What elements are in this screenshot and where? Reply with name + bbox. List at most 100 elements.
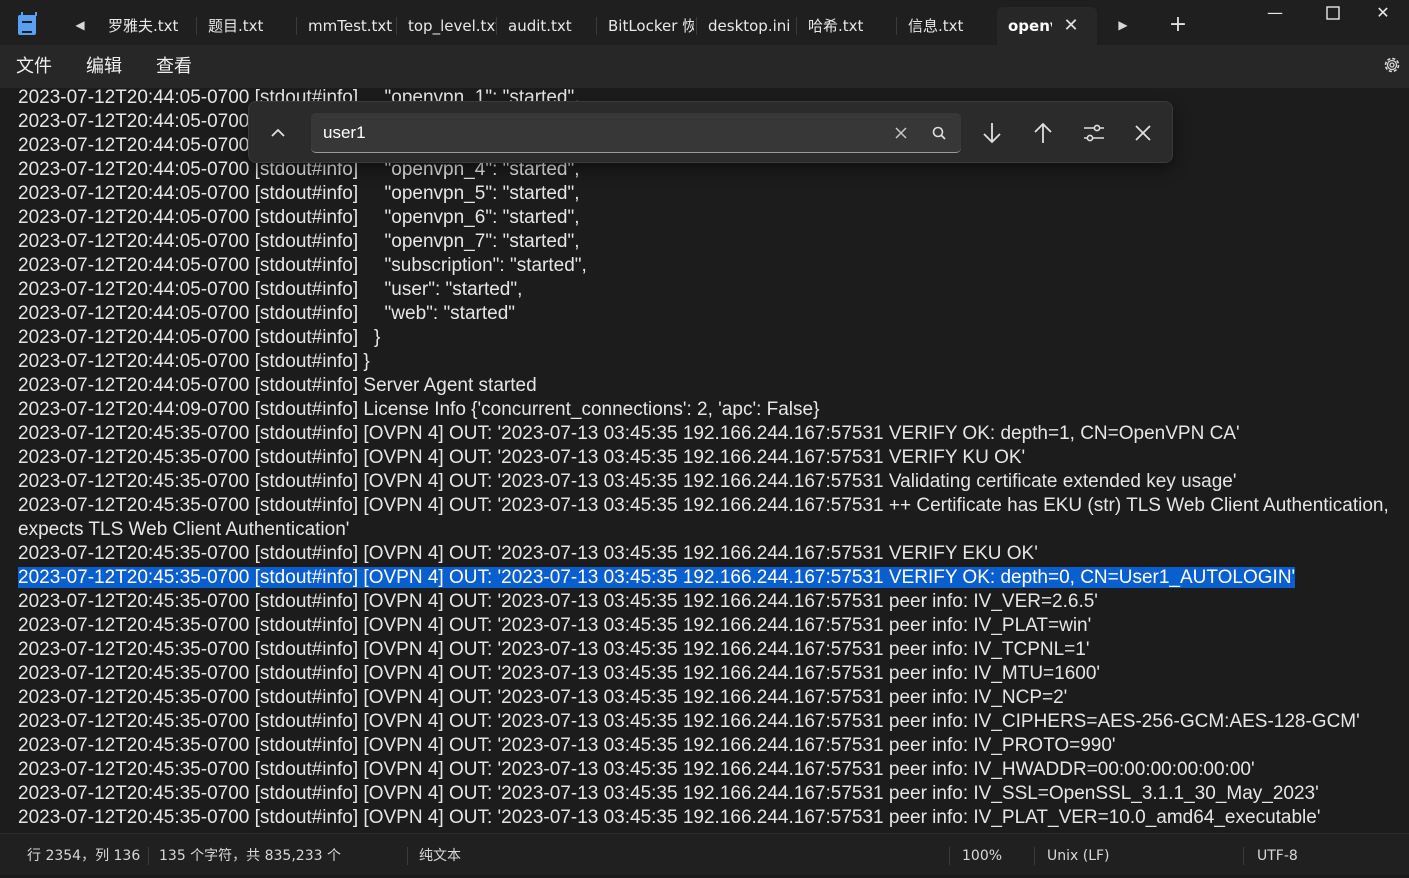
tab-label: 信息.txt bbox=[908, 17, 964, 35]
text-line[interactable]: 2023-07-12T20:45:35-0700 [stdout#info] [… bbox=[18, 494, 1398, 518]
tab-label: desktop.ini bbox=[708, 17, 791, 35]
find-next-arrow-down-icon[interactable] bbox=[976, 117, 1008, 149]
notepad-app-icon bbox=[18, 12, 37, 35]
line-text: 2023-07-12T20:45:35-0700 [stdout#info] [… bbox=[18, 639, 1090, 660]
line-text: 2023-07-12T20:45:35-0700 [stdout#info] [… bbox=[18, 471, 1237, 492]
menu-file[interactable]: 文件 bbox=[16, 45, 52, 88]
encoding[interactable]: UTF-8 bbox=[1257, 834, 1298, 876]
editor-lines[interactable]: 2023-07-12T20:44:05-0700 [stdout#info] "… bbox=[18, 88, 1398, 830]
line-ending[interactable]: Unix (LF) bbox=[1047, 834, 1110, 876]
search-icon[interactable] bbox=[927, 120, 951, 146]
text-line[interactable]: 2023-07-12T20:45:35-0700 [stdout#info] [… bbox=[18, 614, 1398, 638]
text-line[interactable]: 2023-07-12T20:45:35-0700 [stdout#info] [… bbox=[18, 758, 1398, 782]
find-input[interactable] bbox=[311, 113, 961, 153]
text-line[interactable]: 2023-07-12T20:44:05-0700 [stdout#info] "… bbox=[18, 182, 1398, 206]
line-text: 2023-07-12T20:44:05-0700 [stdout#info] S… bbox=[18, 375, 537, 396]
text-line[interactable]: expects TLS Web Client Authentication' bbox=[18, 518, 1398, 542]
text-editor[interactable]: 2023-07-12T20:44:05-0700 [stdout#info] "… bbox=[0, 88, 1409, 833]
text-line[interactable]: 2023-07-12T20:45:35-0700 [stdout#info] [… bbox=[18, 470, 1398, 494]
find-close-icon[interactable] bbox=[1127, 117, 1159, 149]
minimize-icon[interactable]: — bbox=[1252, 0, 1298, 28]
tab-label: top_level.txt bbox=[408, 17, 497, 35]
text-line[interactable]: 2023-07-12T20:44:05-0700 [stdout#info] "… bbox=[18, 230, 1398, 254]
find-previous-arrow-up-icon[interactable] bbox=[1027, 117, 1059, 149]
tab-4[interactable]: audit.txt bbox=[497, 7, 597, 45]
text-line[interactable]: 2023-07-12T20:45:35-0700 [stdout#info] [… bbox=[18, 542, 1398, 566]
cursor-position[interactable]: 行 2354，列 136 bbox=[27, 834, 140, 876]
tab-5[interactable]: BitLocker 恢复 bbox=[597, 7, 697, 45]
text-line[interactable]: 2023-07-12T20:45:35-0700 [stdout#info] [… bbox=[18, 638, 1398, 662]
text-line[interactable]: 2023-07-12T20:44:05-0700 [stdout#info] "… bbox=[18, 206, 1398, 230]
text-line[interactable]: 2023-07-12T20:45:35-0700 [stdout#info] [… bbox=[18, 422, 1398, 446]
tab-8[interactable]: 信息.txt bbox=[897, 7, 997, 45]
find-options-sliders-icon[interactable] bbox=[1078, 117, 1110, 149]
text-line[interactable]: 2023-07-12T20:45:35-0700 [stdout#info] [… bbox=[18, 806, 1398, 830]
text-line[interactable]: 2023-07-12T20:44:05-0700 [stdout#info] S… bbox=[18, 374, 1398, 398]
text-line[interactable]: 2023-07-12T20:45:35-0700 [stdout#info] [… bbox=[18, 446, 1398, 470]
menu-view[interactable]: 查看 bbox=[156, 45, 192, 88]
tab-1[interactable]: 题目.txt bbox=[197, 7, 297, 45]
text-line[interactable]: 2023-07-12T20:45:35-0700 [stdout#info] [… bbox=[18, 710, 1398, 734]
status-divider bbox=[1034, 847, 1035, 865]
tab-close-icon[interactable]: ✕ bbox=[1057, 7, 1085, 45]
selected-text-line[interactable]: 2023-07-12T20:45:35-0700 [stdout#info] [… bbox=[18, 566, 1398, 590]
line-text: 2023-07-12T20:45:35-0700 [stdout#info] [… bbox=[18, 735, 1116, 756]
text-line[interactable]: 2023-07-12T20:44:09-0700 [stdout#info] L… bbox=[18, 398, 1398, 422]
line-text: 2023-07-12T20:44:05-0700 [stdout#info] } bbox=[18, 351, 370, 372]
line-text: 2023-07-12T20:45:35-0700 [stdout#info] [… bbox=[18, 567, 1296, 588]
line-text: 2023-07-12T20:45:35-0700 [stdout#info] [… bbox=[18, 543, 1038, 564]
line-text: 2023-07-12T20:44:05-0700 [stdout#info] "… bbox=[18, 303, 516, 324]
text-line[interactable]: 2023-07-12T20:45:35-0700 [stdout#info] [… bbox=[18, 662, 1398, 686]
line-text: 2023-07-12T20:45:35-0700 [stdout#info] [… bbox=[18, 663, 1101, 684]
line-text: 2023-07-12T20:44:09-0700 [stdout#info] L… bbox=[18, 399, 820, 420]
text-line[interactable]: 2023-07-12T20:44:05-0700 [stdout#info] "… bbox=[18, 302, 1398, 326]
chevron-up-icon[interactable] bbox=[263, 118, 293, 148]
maximize-icon[interactable] bbox=[1310, 0, 1356, 28]
new-tab-plus-icon[interactable]: + bbox=[1163, 10, 1193, 40]
menu-edit[interactable]: 编辑 bbox=[86, 45, 122, 88]
tab-label: 哈希.txt bbox=[808, 17, 864, 35]
line-text: 2023-07-12T20:44:05-0700 [stdout#info] } bbox=[18, 327, 381, 348]
zoom-level[interactable]: 100% bbox=[962, 834, 1002, 876]
line-text: 2023-07-12T20:45:35-0700 [stdout#info] [… bbox=[18, 423, 1240, 444]
text-line[interactable]: 2023-07-12T20:45:35-0700 [stdout#info] [… bbox=[18, 782, 1398, 806]
line-text: 2023-07-12T20:44:05-0700 [stdout#info] "… bbox=[18, 207, 580, 228]
line-text: 2023-07-12T20:44:05-0700 [stdout#info] "… bbox=[18, 279, 523, 300]
tab-9-active[interactable]: openvpn ✕ bbox=[997, 7, 1097, 45]
line-text: 2023-07-12T20:45:35-0700 [stdout#info] [… bbox=[18, 687, 1068, 708]
text-line[interactable]: 2023-07-12T20:45:35-0700 [stdout#info] [… bbox=[18, 686, 1398, 710]
line-text: 2023-07-12T20:45:35-0700 [stdout#info] [… bbox=[18, 495, 1389, 516]
line-text: 2023-07-12T20:45:35-0700 [stdout#info] [… bbox=[18, 591, 1098, 612]
tab-7[interactable]: 哈希.txt bbox=[797, 7, 897, 45]
gear-icon[interactable] bbox=[1382, 55, 1402, 75]
tab-0[interactable]: 罗雅夫.txt bbox=[97, 7, 197, 45]
status-divider bbox=[949, 847, 950, 865]
line-text: 2023-07-12T20:45:35-0700 [stdout#info] [… bbox=[18, 711, 1360, 732]
line-text: 2023-07-12T20:45:35-0700 [stdout#info] [… bbox=[18, 615, 1092, 636]
tab-3[interactable]: top_level.txt bbox=[397, 7, 497, 45]
tab-6[interactable]: desktop.ini bbox=[697, 7, 797, 45]
status-bar: 行 2354，列 136 135 个字符，共 835,233 个 纯文本 100… bbox=[0, 833, 1409, 875]
find-panel bbox=[248, 101, 1173, 163]
text-line[interactable]: 2023-07-12T20:44:05-0700 [stdout#info] } bbox=[18, 350, 1398, 374]
line-text: 2023-07-12T20:45:35-0700 [stdout#info] [… bbox=[18, 759, 1255, 780]
tab-label: openvpn bbox=[1008, 17, 1052, 35]
tab-scroll-right-icon[interactable]: ▶ bbox=[1108, 10, 1138, 40]
text-format[interactable]: 纯文本 bbox=[419, 834, 461, 876]
text-line[interactable]: 2023-07-12T20:44:05-0700 [stdout#info] } bbox=[18, 326, 1398, 350]
line-text: 2023-07-12T20:45:35-0700 [stdout#info] [… bbox=[18, 783, 1319, 804]
text-line[interactable]: 2023-07-12T20:44:05-0700 [stdout#info] "… bbox=[18, 278, 1398, 302]
line-text: 2023-07-12T20:45:35-0700 [stdout#info] [… bbox=[18, 447, 1026, 468]
text-line[interactable]: 2023-07-12T20:44:05-0700 [stdout#info] "… bbox=[18, 254, 1398, 278]
tab-label: audit.txt bbox=[508, 17, 572, 35]
clear-icon[interactable] bbox=[889, 120, 913, 146]
text-line[interactable]: 2023-07-12T20:45:35-0700 [stdout#info] [… bbox=[18, 590, 1398, 614]
text-line[interactable]: 2023-07-12T20:45:35-0700 [stdout#info] [… bbox=[18, 734, 1398, 758]
tab-label: mmTest.txt bbox=[308, 17, 393, 35]
tab-scroll-left-icon[interactable]: ◀ bbox=[65, 10, 95, 40]
tab-2[interactable]: mmTest.txt bbox=[297, 7, 397, 45]
tab-label: BitLocker 恢复 bbox=[608, 17, 694, 35]
menu-bar: 文件 编辑 查看 bbox=[0, 45, 1409, 88]
window-close-icon[interactable]: ✕ bbox=[1360, 0, 1406, 28]
selection-count: 135 个字符，共 835,233 个 bbox=[159, 848, 341, 864]
